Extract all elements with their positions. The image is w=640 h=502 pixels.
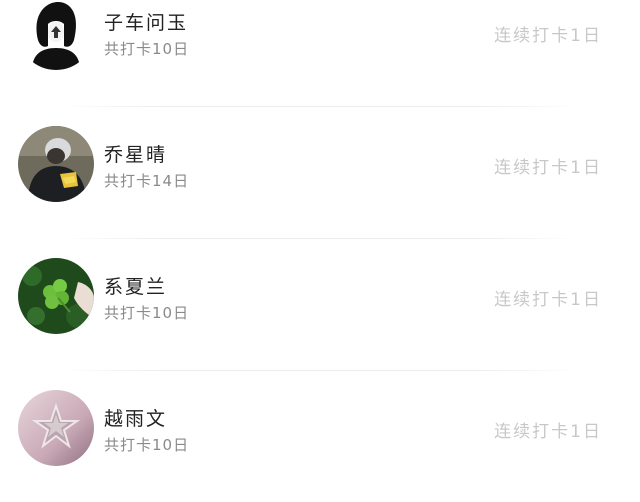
total-checkins: 共打卡10日 bbox=[104, 304, 190, 322]
streak-checkins: 连续打卡1日 bbox=[494, 26, 602, 46]
user-name: 乔星晴 bbox=[104, 144, 168, 166]
avatar[interactable] bbox=[18, 0, 94, 70]
total-checkins: 共打卡10日 bbox=[104, 40, 190, 58]
person-hoodie-avatar-icon bbox=[18, 126, 94, 202]
user-name: 子车问玉 bbox=[104, 12, 189, 34]
list-item[interactable]: 子车问玉 共打卡10日 连续打卡1日 bbox=[0, 0, 640, 107]
list-item[interactable]: 乔星晴 共打卡14日 连续打卡1日 bbox=[0, 106, 640, 239]
avatar[interactable] bbox=[18, 258, 94, 334]
clover-leaf-avatar-icon bbox=[18, 258, 94, 334]
silhouette-hair-avatar-icon bbox=[18, 0, 94, 70]
streak-checkins: 连续打卡1日 bbox=[494, 290, 602, 310]
total-checkins: 共打卡14日 bbox=[104, 172, 190, 190]
streak-checkins: 连续打卡1日 bbox=[494, 422, 602, 442]
user-name: 越雨文 bbox=[104, 408, 168, 430]
user-name: 系夏兰 bbox=[104, 276, 168, 298]
streak-checkins: 连续打卡1日 bbox=[494, 158, 602, 178]
list-item[interactable]: 越雨文 共打卡10日 连续打卡1日 bbox=[0, 370, 640, 502]
avatar[interactable] bbox=[18, 390, 94, 466]
checkin-list: 子车问玉 共打卡10日 连续打卡1日 乔星晴 共打卡14日 连续打卡1日 系夏兰… bbox=[0, 0, 640, 490]
star-ornament-avatar-icon bbox=[18, 390, 94, 466]
list-item[interactable]: 系夏兰 共打卡10日 连续打卡1日 bbox=[0, 238, 640, 371]
avatar[interactable] bbox=[18, 126, 94, 202]
total-checkins: 共打卡10日 bbox=[104, 436, 190, 454]
